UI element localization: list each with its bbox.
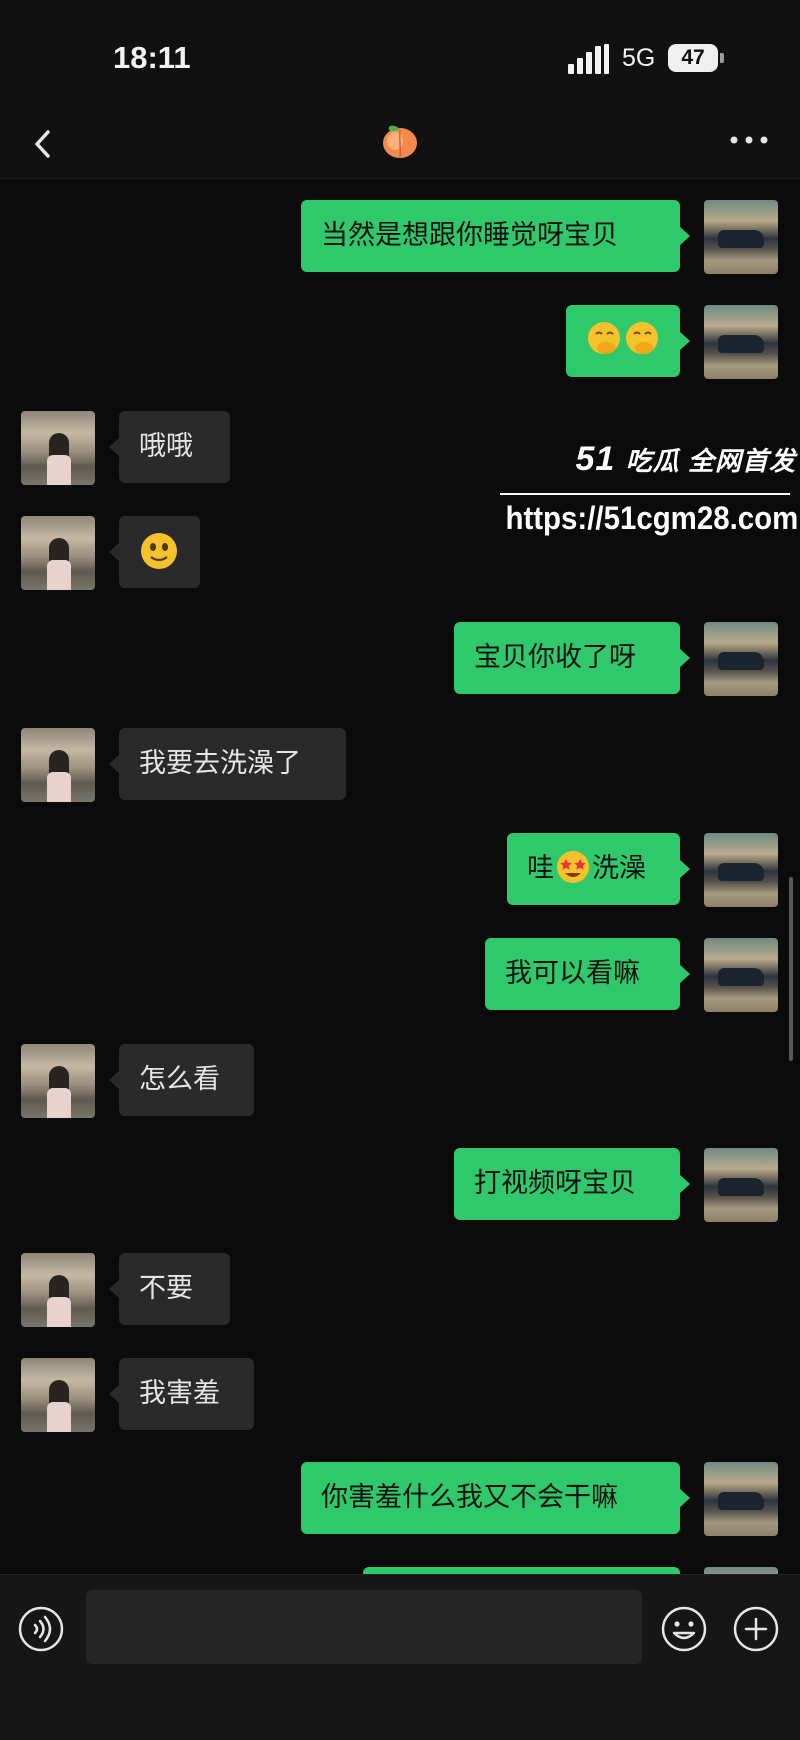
message-bubble-outgoing[interactable]: 宝贝你收了呀	[454, 622, 690, 694]
message-bubble-incoming[interactable]: 怎么看	[109, 1044, 254, 1116]
message-text: 洗澡	[592, 853, 646, 884]
message-bubble-incoming[interactable]: 我要去洗澡了	[109, 728, 346, 800]
avatar[interactable]	[704, 622, 778, 696]
avatar[interactable]	[21, 516, 95, 590]
watermark-brand: 51 吃瓜 全网首发	[575, 440, 796, 478]
chevron-left-icon[interactable]	[24, 122, 64, 166]
status-time: 18:11	[113, 40, 191, 75]
hand-over-mouth-emoji-icon	[588, 321, 658, 354]
avatar[interactable]	[21, 411, 95, 485]
emoji-icon[interactable]	[660, 1605, 708, 1653]
avatar[interactable]	[21, 1044, 95, 1118]
message-bubble-outgoing[interactable]: 你害羞什么我又不会干嘛	[301, 1462, 690, 1534]
scrollbar[interactable]	[789, 877, 793, 1061]
avatar[interactable]	[704, 305, 778, 379]
voice-icon[interactable]	[17, 1605, 65, 1653]
avatar[interactable]	[21, 728, 95, 802]
avatar[interactable]	[21, 1253, 95, 1327]
status-bar: 18:11 5G 47	[0, 0, 800, 110]
message-bubble-incoming[interactable]: 哦哦	[109, 411, 230, 483]
avatar[interactable]	[21, 1358, 95, 1432]
star-struck-emoji-icon	[557, 850, 589, 883]
message-list[interactable]: 当然是想跟你睡觉呀宝贝 哦哦 宝贝你收了呀 我要去洗澡了 哇 洗澡 我可以看嘛 …	[0, 179, 800, 1574]
peach-emoji-icon	[383, 125, 417, 158]
message-bubble-outgoing[interactable]	[566, 305, 690, 377]
chat-header	[0, 110, 800, 179]
avatar[interactable]	[704, 1462, 778, 1536]
network-type: 5G	[622, 44, 656, 72]
message-text: 哇	[527, 853, 554, 884]
avatar[interactable]	[704, 1148, 778, 1222]
watermark-url: https://51cgm28.com	[505, 500, 798, 536]
watermark: 51 吃瓜 全网首发 https://51cgm28.com	[500, 440, 800, 540]
plus-icon[interactable]	[732, 1605, 780, 1653]
message-bubble-outgoing[interactable]: 打视频呀宝贝	[454, 1148, 690, 1220]
avatar[interactable]	[704, 200, 778, 274]
message-bubble-incoming[interactable]	[109, 516, 200, 588]
message-bubble-outgoing[interactable]: 我可以看嘛	[485, 938, 690, 1010]
avatar[interactable]	[704, 938, 778, 1012]
signal-icon	[568, 44, 610, 74]
message-bubble-outgoing-partial[interactable]	[363, 1567, 680, 1574]
message-bubble-outgoing[interactable]: 哇 洗澡	[507, 833, 690, 905]
input-bar	[0, 1574, 800, 1740]
avatar[interactable]	[704, 833, 778, 907]
message-bubble-incoming[interactable]: 不要	[109, 1253, 230, 1325]
more-dots-icon[interactable]	[728, 132, 770, 148]
message-bubble-outgoing[interactable]: 当然是想跟你睡觉呀宝贝	[301, 200, 690, 272]
message-input[interactable]	[86, 1590, 642, 1664]
watermark-divider	[500, 493, 790, 495]
avatar[interactable]	[704, 1567, 778, 1574]
slight-smile-emoji-icon	[141, 532, 177, 569]
message-bubble-incoming[interactable]: 我害羞	[109, 1358, 254, 1430]
battery-indicator: 47	[668, 44, 724, 72]
